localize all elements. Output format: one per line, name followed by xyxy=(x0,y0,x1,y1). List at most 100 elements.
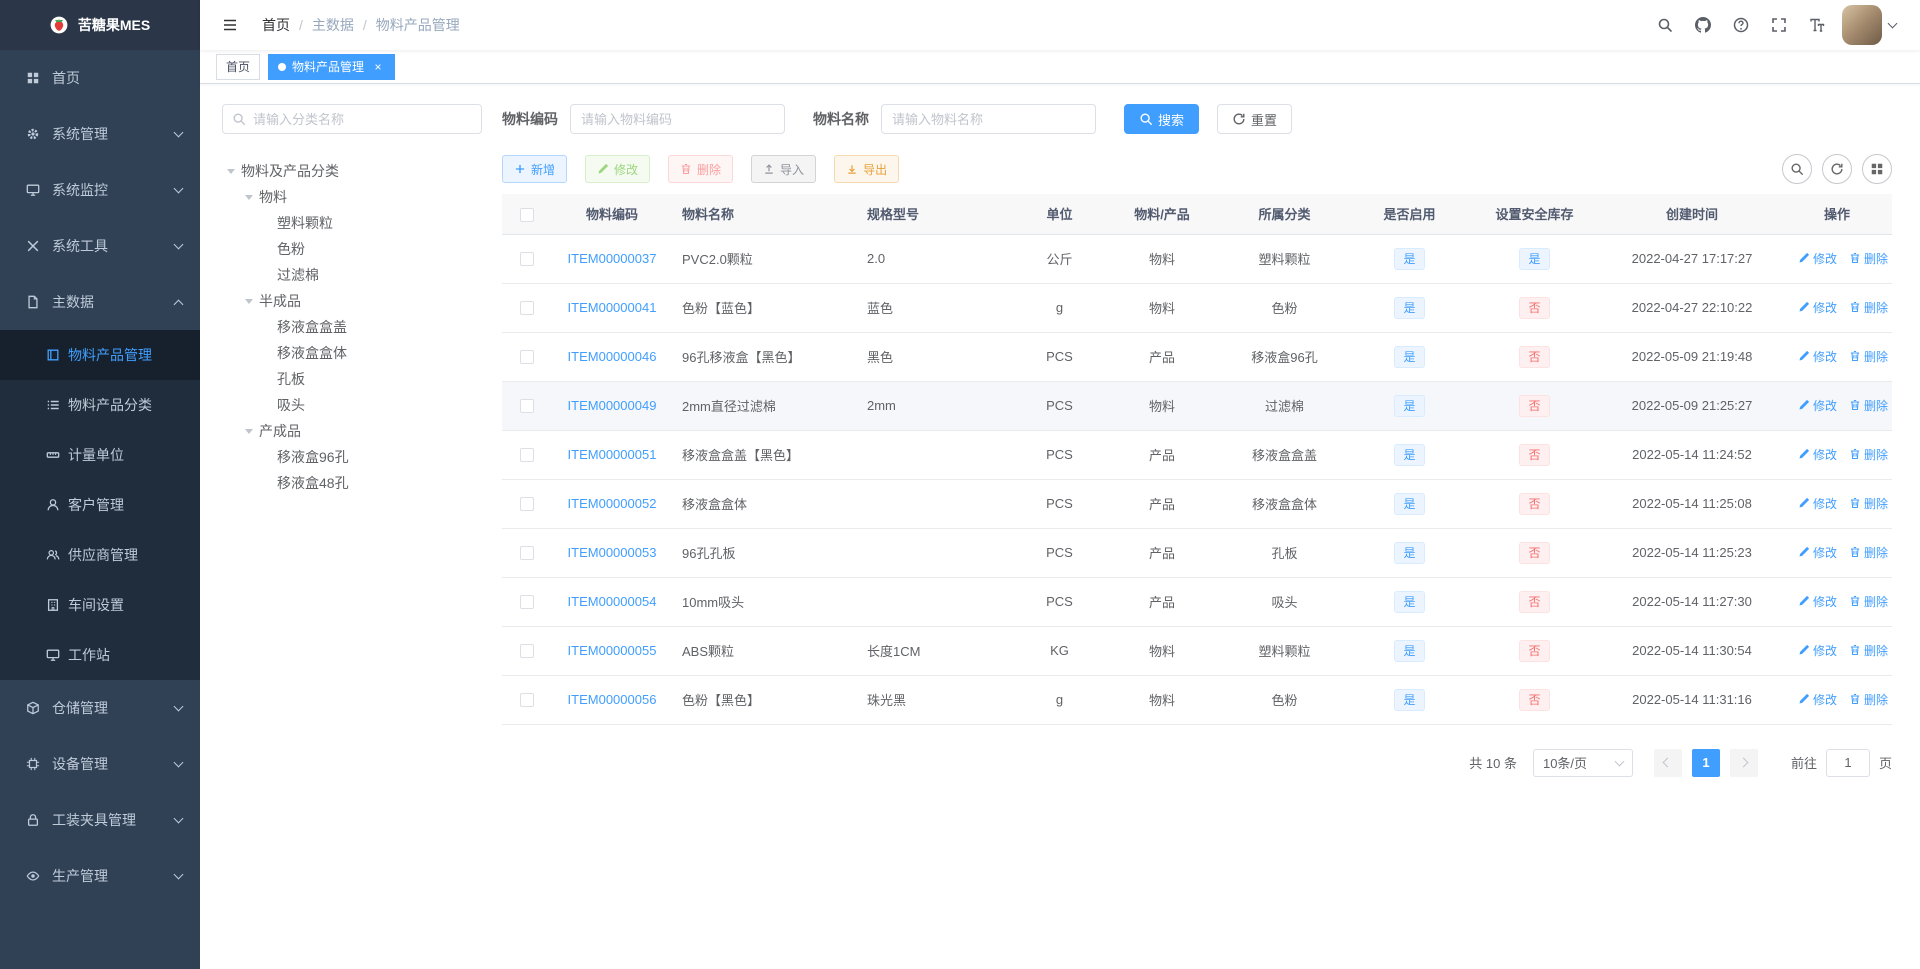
sidebar-item-material-product-management[interactable]: 物料产品管理 xyxy=(0,330,200,380)
item-code-link[interactable]: ITEM00000051 xyxy=(568,447,657,462)
edit-row-button[interactable]: 修改 xyxy=(1798,348,1837,365)
sidebar-item-system-tools[interactable]: 系统工具 xyxy=(0,218,200,274)
sidebar-item-measurement-unit[interactable]: 计量单位 xyxy=(0,430,200,480)
row-checkbox[interactable] xyxy=(520,350,534,365)
item-code-link[interactable]: ITEM00000052 xyxy=(568,496,657,511)
hamburger-icon[interactable] xyxy=(212,0,248,50)
goto-page-input[interactable] xyxy=(1825,748,1870,777)
column-settings-button[interactable] xyxy=(1862,154,1892,184)
item-code-link[interactable]: ITEM00000053 xyxy=(568,545,657,560)
row-checkbox[interactable] xyxy=(520,595,534,610)
sidebar-item-tooling-fixture-management[interactable]: 工装夹具管理 xyxy=(0,792,200,848)
tree-node[interactable]: 半成品 xyxy=(222,288,482,314)
table-row[interactable]: ITEM00000037 PVC2.0颗粒 2.0 公斤 物料 塑料颗粒 是 是… xyxy=(502,234,1892,284)
row-checkbox[interactable] xyxy=(520,448,534,463)
item-code-link[interactable]: ITEM00000054 xyxy=(568,594,657,609)
sidebar-item-system-management[interactable]: 系统管理 xyxy=(0,106,200,162)
table-row[interactable]: ITEM00000052 移液盒盒体 PCS 产品 移液盒盒体 是 否 2022… xyxy=(502,479,1892,529)
item-code-link[interactable]: ITEM00000041 xyxy=(568,300,657,315)
tree-expand-icon[interactable] xyxy=(240,190,257,204)
tree-node[interactable]: 过滤棉 xyxy=(222,262,482,288)
export-button[interactable]: 导出 xyxy=(834,155,900,183)
table-row[interactable]: ITEM00000041 色粉【蓝色】 蓝色 g 物料 色粉 是 否 2022-… xyxy=(502,283,1892,333)
breadcrumb-home[interactable]: 首页 xyxy=(262,15,290,35)
tree-node[interactable]: 移液盒48孔 xyxy=(222,470,482,496)
tree-node[interactable]: 移液盒96孔 xyxy=(222,444,482,470)
delete-button[interactable]: 删除 xyxy=(668,155,734,183)
help-button[interactable] xyxy=(1722,0,1760,50)
reset-button[interactable]: 重置 xyxy=(1217,104,1293,134)
tree-node[interactable]: 移液盒盒盖 xyxy=(222,314,482,340)
item-code-link[interactable]: ITEM00000049 xyxy=(568,398,657,413)
sidebar-item-workshop-settings[interactable]: 车间设置 xyxy=(0,580,200,630)
delete-row-button[interactable]: 删除 xyxy=(1849,593,1888,610)
row-checkbox[interactable] xyxy=(520,252,534,267)
delete-row-button[interactable]: 删除 xyxy=(1849,446,1888,463)
app-logo[interactable]: 苦糖果MES xyxy=(0,0,200,50)
select-all-checkbox[interactable] xyxy=(520,207,534,222)
category-search-input[interactable] xyxy=(253,111,472,127)
delete-row-button[interactable]: 删除 xyxy=(1849,544,1888,561)
delete-row-button[interactable]: 删除 xyxy=(1849,691,1888,708)
edit-row-button[interactable]: 修改 xyxy=(1798,544,1837,561)
refresh-table-button[interactable] xyxy=(1822,154,1852,184)
sidebar-item-system-monitoring[interactable]: 系统监控 xyxy=(0,162,200,218)
row-checkbox[interactable] xyxy=(520,399,534,414)
edit-button[interactable]: 修改 xyxy=(585,155,651,183)
edit-row-button[interactable]: 修改 xyxy=(1798,495,1837,512)
material-name-input[interactable] xyxy=(881,104,1096,134)
edit-row-button[interactable]: 修改 xyxy=(1798,299,1837,316)
prev-page-button[interactable] xyxy=(1653,748,1682,777)
tree-node[interactable]: 物料及产品分类 xyxy=(222,158,482,184)
user-avatar[interactable] xyxy=(1842,5,1882,45)
sidebar-item-material-product-category[interactable]: 物料产品分类 xyxy=(0,380,200,430)
row-checkbox[interactable] xyxy=(520,693,534,708)
sidebar-item-production-management[interactable]: 生产管理 xyxy=(0,848,200,904)
tree-node[interactable]: 吸头 xyxy=(222,392,482,418)
sidebar-item-equipment-management[interactable]: 设备管理 xyxy=(0,736,200,792)
breadcrumb-master-data[interactable]: 主数据 xyxy=(312,15,354,35)
header-search-button[interactable] xyxy=(1646,0,1684,50)
edit-row-button[interactable]: 修改 xyxy=(1798,446,1837,463)
delete-row-button[interactable]: 删除 xyxy=(1849,397,1888,414)
item-code-link[interactable]: ITEM00000055 xyxy=(568,643,657,658)
import-button[interactable]: 导入 xyxy=(751,155,817,183)
tab-home[interactable]: 首页 xyxy=(216,53,261,80)
table-row[interactable]: ITEM00000055 ABS颗粒 长度1CM KG 物料 塑料颗粒 是 否 … xyxy=(502,626,1892,676)
edit-row-button[interactable]: 修改 xyxy=(1798,397,1837,414)
tree-node[interactable]: 产成品 xyxy=(222,418,482,444)
edit-row-button[interactable]: 修改 xyxy=(1798,593,1837,610)
tree-expand-icon[interactable] xyxy=(240,424,257,438)
tree-node[interactable]: 色粉 xyxy=(222,236,482,262)
table-row[interactable]: ITEM00000056 色粉【黑色】 珠光黑 g 物料 色粉 是 否 2022… xyxy=(502,675,1892,725)
row-checkbox[interactable] xyxy=(520,644,534,659)
delete-row-button[interactable]: 删除 xyxy=(1849,299,1888,316)
tree-node[interactable]: 移液盒盒体 xyxy=(222,340,482,366)
edit-row-button[interactable]: 修改 xyxy=(1798,691,1837,708)
material-code-input[interactable] xyxy=(570,104,785,134)
tree-expand-icon[interactable] xyxy=(222,164,239,178)
toggle-search-button[interactable] xyxy=(1782,154,1812,184)
table-row[interactable]: ITEM00000053 96孔孔板 PCS 产品 孔板 是 否 2022-05… xyxy=(502,528,1892,578)
sidebar-item-warehouse-management[interactable]: 仓储管理 xyxy=(0,680,200,736)
delete-row-button[interactable]: 删除 xyxy=(1849,348,1888,365)
sidebar-item-supplier-management[interactable]: 供应商管理 xyxy=(0,530,200,580)
sidebar-item-customer-management[interactable]: 客户管理 xyxy=(0,480,200,530)
fullscreen-button[interactable] xyxy=(1760,0,1798,50)
sidebar-item-master-data[interactable]: 主数据 xyxy=(0,274,200,330)
delete-row-button[interactable]: 删除 xyxy=(1849,495,1888,512)
next-page-button[interactable] xyxy=(1729,748,1758,777)
table-row[interactable]: ITEM00000054 10mm吸头 PCS 产品 吸头 是 否 2022-0… xyxy=(502,577,1892,627)
item-code-link[interactable]: ITEM00000037 xyxy=(568,251,657,266)
table-row[interactable]: ITEM00000046 96孔移液盒【黑色】 黑色 PCS 产品 移液盒96孔… xyxy=(502,332,1892,382)
sidebar-item-workstation[interactable]: 工作站 xyxy=(0,630,200,680)
delete-row-button[interactable]: 删除 xyxy=(1849,250,1888,267)
tree-node[interactable]: 孔板 xyxy=(222,366,482,392)
github-link[interactable] xyxy=(1684,0,1722,50)
row-checkbox[interactable] xyxy=(520,546,534,561)
add-button[interactable]: 新增 xyxy=(502,155,568,183)
tab-material-product-management[interactable]: 物料产品管理 × xyxy=(268,53,396,80)
table-row[interactable]: ITEM00000049 2mm直径过滤棉 2mm PCS 物料 过滤棉 是 否… xyxy=(502,381,1892,431)
tree-node[interactable]: 塑料颗粒 xyxy=(222,210,482,236)
row-checkbox[interactable] xyxy=(520,497,534,512)
